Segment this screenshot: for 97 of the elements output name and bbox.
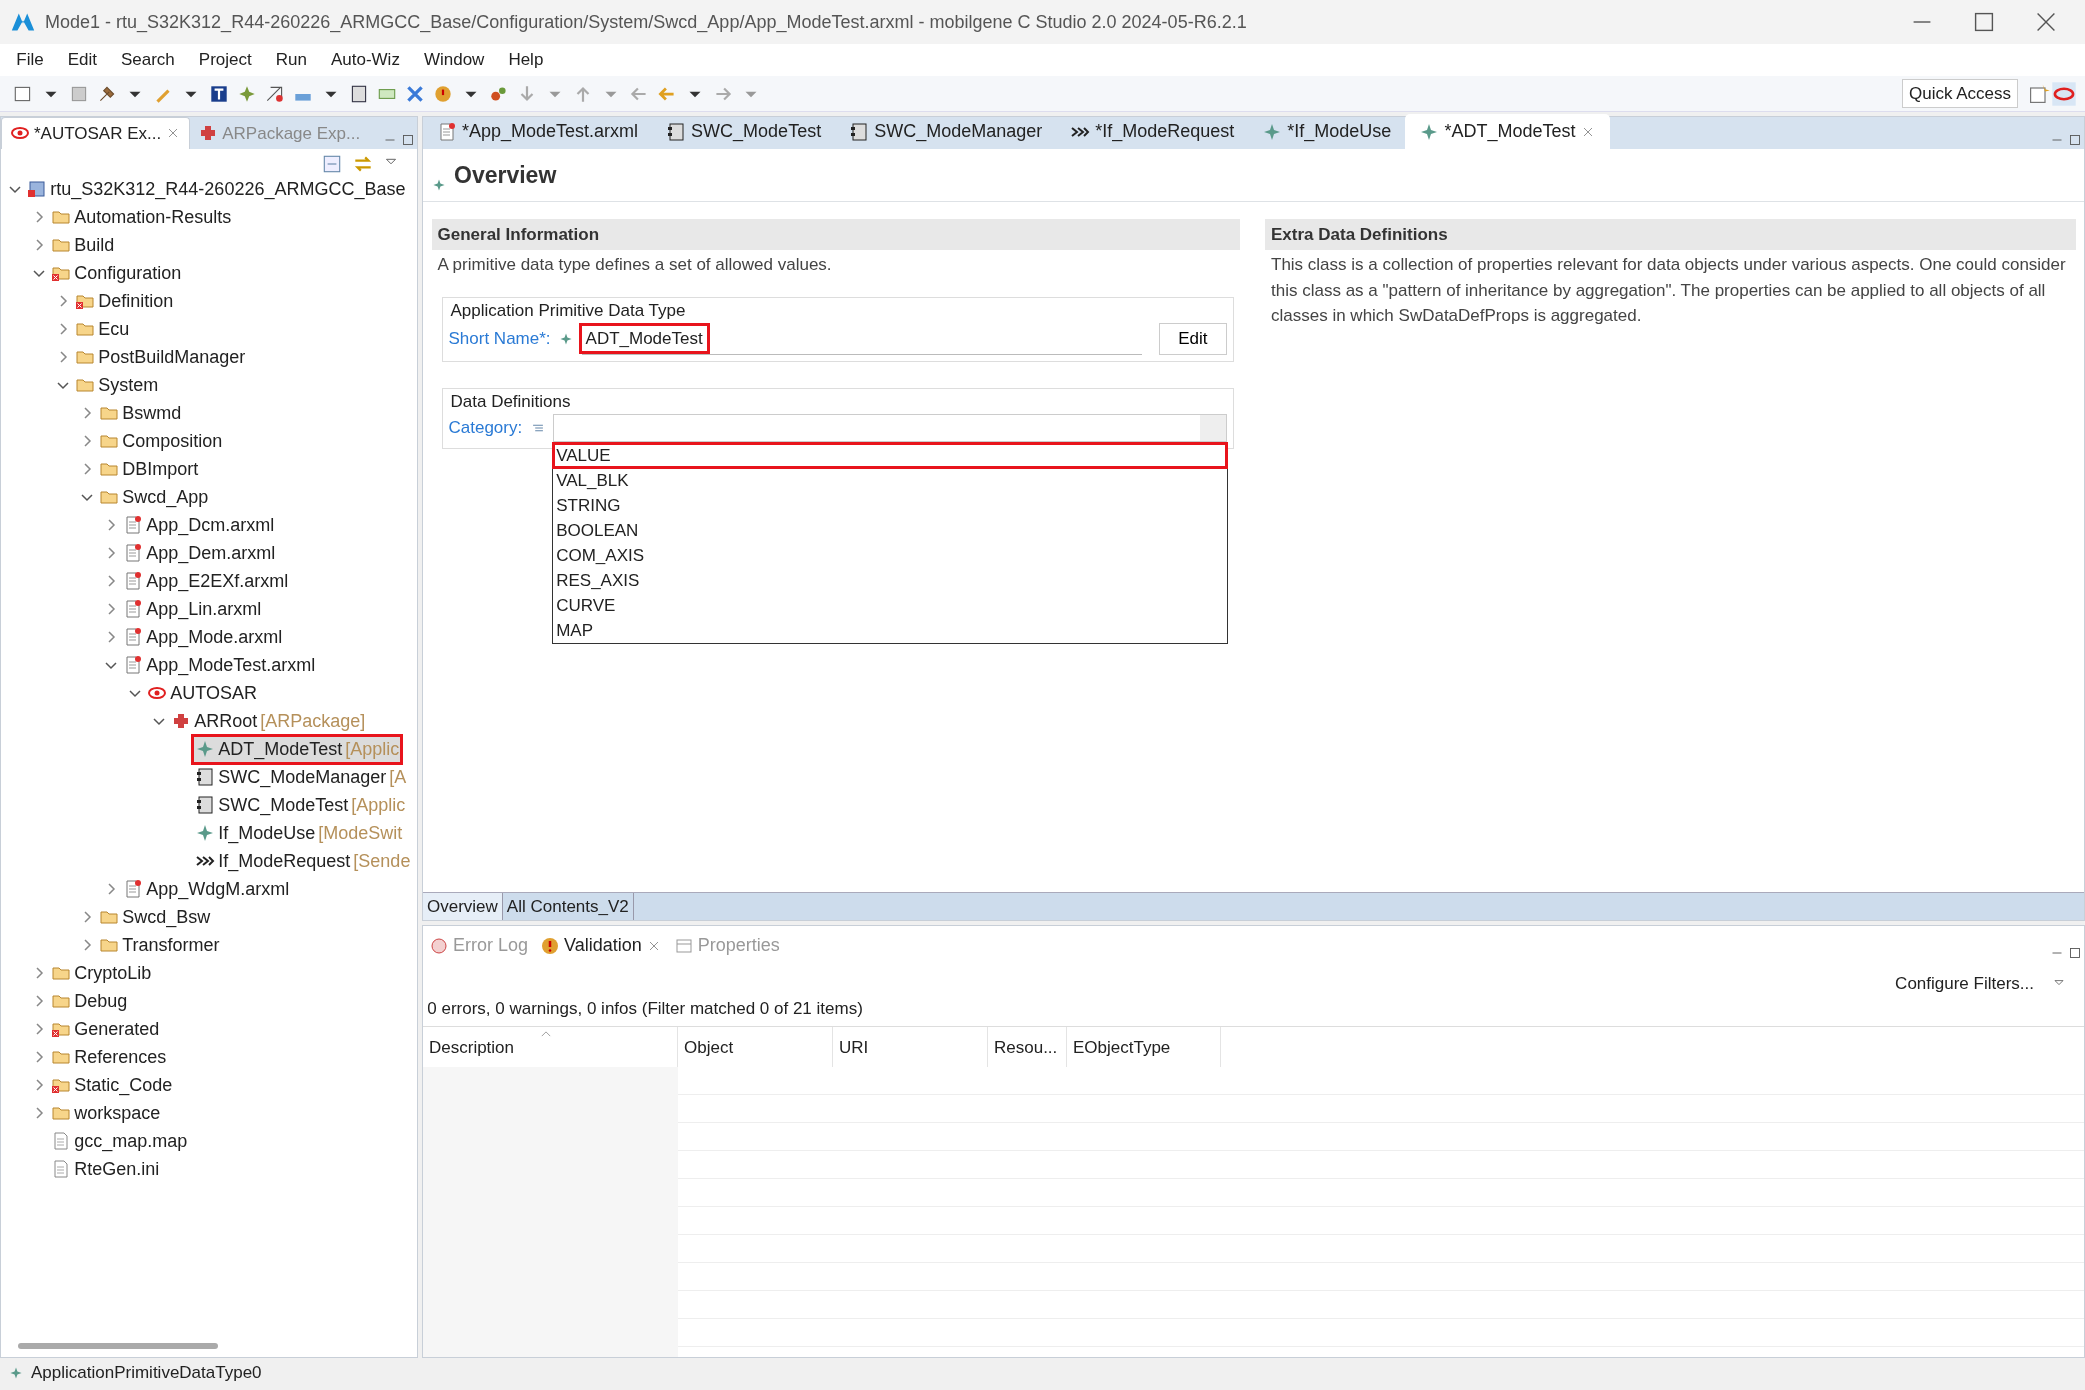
tree-item[interactable]: Ecu [73,315,132,343]
tree-item[interactable]: Generated [49,1015,162,1043]
tree-item[interactable]: workspace [49,1099,163,1127]
tree-item[interactable]: Automation-Results [49,203,234,231]
section-title: General Information [431,218,1240,250]
category-link[interactable]: Category: [448,415,523,441]
file-icon [123,515,144,536]
dropdown-option[interactable]: VAL_BLK [553,468,1227,493]
tree-item[interactable]: System [73,371,161,399]
window-title: Mode1 - rtu_S32K312_R44-260226_ARMGCC_Base/Configuration/System/Swcd_App/App_ModeTest.arxml - mobilgene C Studio 2.0 2024-05-R6.2.1 [45,10,1248,35]
tree-item[interactable]: App_Dcm.arxml [121,511,277,539]
tree-item[interactable]: Configuration [49,259,184,287]
project-icon [27,179,48,200]
tree-item[interactable]: Swcd_Bsw [97,903,213,931]
panel-tab[interactable]: *AUTOSAR Ex... [1,116,191,149]
column-header[interactable]: Object [678,1026,833,1067]
validation-summary: 0 errors, 0 warnings, 0 infos (Filter matched 0 of 21 items) [426,998,864,1020]
tree-item[interactable]: SWC_ModeManager [A [193,763,409,791]
dropdown-option[interactable]: STRING [553,493,1227,518]
error-log-icon [429,935,449,956]
dropdown-option[interactable]: VALUE [553,443,1227,468]
edit-button[interactable]: Edit [1159,323,1227,355]
section-title: Extra Data Definitions [1265,218,2076,250]
dropdown-option[interactable]: BOOLEAN [553,518,1227,543]
file-icon [123,655,144,676]
tree-item[interactable]: Build [49,231,117,259]
tree-item[interactable]: Bswmd [97,399,184,427]
tree-item[interactable]: App_Lin.arxml [121,595,264,623]
quick-access-field[interactable]: Quick Access [1901,78,2018,109]
tree-item[interactable]: CryptoLib [49,959,154,987]
menu-item[interactable]: File [4,47,56,73]
file-icon [123,543,144,564]
warning-icon [540,935,561,956]
editor-tab[interactable]: *If_ModeUse [1248,114,1406,149]
dropdown-option[interactable]: COM_AXIS [553,543,1227,568]
editor-tab[interactable]: *ADT_ModeTest [1405,114,1611,149]
tree-item[interactable]: ARRoot [ARPackage] [169,707,368,735]
configure-filters-link[interactable]: Configure Filters... [1895,970,2034,996]
column-header[interactable]: Resou... [988,1026,1067,1067]
column-header[interactable]: URI [833,1026,988,1067]
tree-item[interactable]: SWC_ModeTest [Applic [193,791,408,819]
tree-item[interactable]: Debug [49,987,130,1015]
short-name-field[interactable]: ADT_ModeTest [581,323,1143,355]
dropdown-option[interactable]: MAP [553,618,1227,643]
column-header[interactable]: Description [423,1026,678,1067]
menu-item[interactable]: Project [186,47,264,73]
editor-tab[interactable]: *App_ModeTest.arxml [423,114,653,149]
horizontal-scrollbar[interactable] [18,1342,218,1349]
menu-item[interactable]: Edit [55,47,109,73]
editor-tab[interactable]: *If_ModeRequest [1056,114,1249,149]
menu-item[interactable]: Help [496,47,556,73]
tree-item[interactable]: App_Dem.arxml [121,539,278,567]
status-text: ApplicationPrimitiveDataType0 [31,1362,262,1385]
file-icon [123,599,144,620]
short-name-link[interactable]: Short Name*: [448,326,551,352]
tree-item[interactable]: App_E2EXf.arxml [121,567,291,595]
menu-item[interactable]: Window [411,47,497,73]
section-description: This class is a collection of properties relevant for data objects under various aspects. One could consider this class as a "pattern of inheritance by aggregation". The properties can be applied to all objects of all classes in which SwDataDefProps is aggregated. [1270,254,2067,327]
tree-item[interactable]: rtu_S32K312_R44-260226_ARMGCC_Base [25,175,408,203]
dropdown-option[interactable]: CURVE [553,593,1227,618]
tree-item[interactable]: PostBuildManager [73,343,248,371]
tree-item[interactable]: AUTOSAR [145,679,259,707]
tree-item[interactable]: Definition [73,287,176,315]
file-icon [123,571,144,592]
file-icon [123,627,144,648]
component-icon [195,767,216,788]
file-icon [437,121,457,142]
file-icon [123,879,144,900]
component-icon [849,121,870,142]
editor-heading: Overview [454,160,557,190]
tree-item[interactable]: App_WdgM.arxml [121,875,292,903]
tree-item[interactable]: App_Mode.arxml [121,623,285,651]
tree-item[interactable]: RteGen.ini [49,1155,162,1183]
section-description: A primitive data type defines a set of allowed values. [436,254,833,276]
tree-item[interactable]: App_ModeTest.arxml [121,651,318,679]
page-tab[interactable]: Overview [423,893,503,920]
component-icon [666,121,687,142]
tree-item[interactable]: DBImport [97,455,201,483]
tree-item[interactable]: gcc_map.map [49,1127,190,1155]
tree-item[interactable]: Transformer [97,931,222,959]
dropdown-option[interactable]: RES_AXIS [553,568,1227,593]
ring-icon[interactable] [2050,80,2077,107]
tree-item[interactable]: Static_Code [49,1071,175,1099]
tree-item[interactable]: Composition [97,427,225,455]
tree-item[interactable]: ADT_ModeTest [Applic [193,735,402,763]
tree-item[interactable]: If_ModeUse [ModeSwit [193,819,405,847]
tree-item[interactable]: References [49,1043,169,1071]
tree-item[interactable]: If_ModeRequest [Sende [193,847,413,875]
editor-tab[interactable]: SWC_ModeTest [652,114,836,149]
menu-item[interactable]: Run [263,47,319,73]
component-icon [195,795,216,816]
menu-item[interactable]: Auto-Wiz [318,47,412,73]
page-tab[interactable]: All Contents_V2 [502,893,634,920]
column-header[interactable]: EObjectType [1067,1026,1221,1067]
tree-item[interactable]: Swcd_App [97,483,211,511]
menu-item[interactable]: Search [108,47,187,73]
editor-tab[interactable]: SWC_ModeManager [835,114,1057,149]
